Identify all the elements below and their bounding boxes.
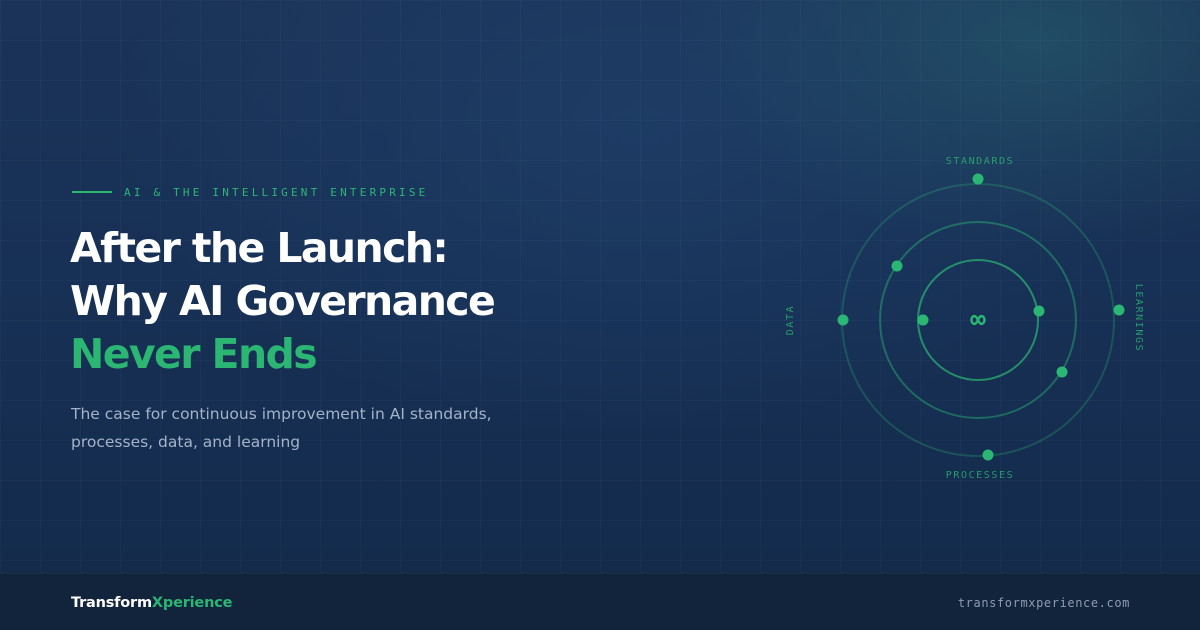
eyebrow-text: AI & THE INTELLIGENT ENTERPRISE (124, 185, 429, 199)
subtitle: The case for continuous improvement in A… (71, 405, 492, 451)
outer-node-bottom (982, 449, 994, 461)
hero-banner: AI & THE INTELLIGENT ENTERPRISE After th… (0, 0, 1200, 630)
headline: After the Launch: Why AI Governance Neve… (70, 222, 496, 381)
brand-name-part-1: Transform (71, 595, 152, 611)
brand-name-part-2: Xperience (151, 595, 233, 611)
middle-node-lower-right (1056, 366, 1068, 378)
headline-line-1: After the Launch: (70, 224, 449, 272)
governance-cycle-diagram: ∞ STANDARDS PROCESSES DATA LEARNINGS (785, 156, 1144, 481)
brand-logo[interactable]: TransformXperience (71, 595, 232, 611)
website-link[interactable]: transformxperience.com (958, 596, 1130, 610)
outer-node-top (972, 173, 984, 185)
eyebrow-rule (72, 191, 112, 193)
footer-bar: TransformXperience transformxperience.co… (0, 573, 1200, 630)
middle-node-upper-left (891, 260, 903, 272)
label-learnings: LEARNINGS (1133, 284, 1144, 353)
label-standards: STANDARDS (946, 156, 1015, 167)
outer-node-right (1113, 304, 1125, 316)
headline-line-3: Never Ends (70, 330, 318, 378)
label-processes: PROCESSES (946, 470, 1015, 481)
infinity-icon: ∞ (970, 305, 986, 335)
eyebrow: AI & THE INTELLIGENT ENTERPRISE (72, 184, 429, 200)
label-data: DATA (785, 305, 796, 335)
headline-line-2: Why AI Governance (70, 277, 496, 325)
inner-node-right (1033, 305, 1045, 317)
outer-node-left (837, 314, 849, 326)
inner-node-left (917, 314, 929, 326)
